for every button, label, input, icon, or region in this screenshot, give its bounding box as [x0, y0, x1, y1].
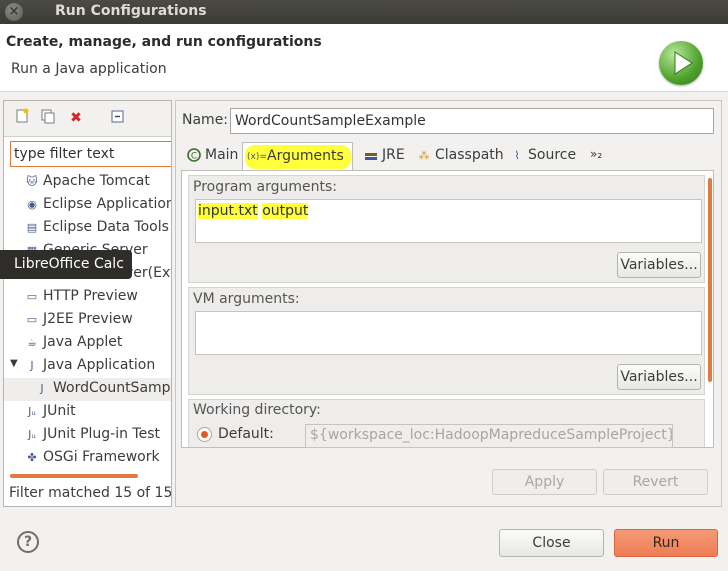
- more-tabs-label: »₂: [590, 147, 603, 161]
- tab-jre-label: JRE: [382, 147, 405, 163]
- tree-item[interactable]: ☕ Java Applet: [4, 332, 171, 355]
- tree-item[interactable]: ✤ OSGi Framework: [4, 447, 171, 470]
- tree-item[interactable]: ▼ J Java Application: [4, 355, 171, 378]
- tree-item-label: HTTP Preview: [43, 288, 138, 304]
- program-argument-token: output: [262, 203, 309, 219]
- collapse-all-icon[interactable]: [108, 108, 128, 128]
- program-arguments-label: Program arguments:: [193, 179, 337, 195]
- tab-source[interactable]: ⌇ Source: [504, 142, 582, 170]
- classpath-tab-icon: ⁂: [418, 149, 430, 162]
- tree-item[interactable]: ▭ HTTP Preview: [4, 286, 171, 309]
- tab-arguments[interactable]: (x)= Arguments: [242, 142, 353, 170]
- junit-plugin-icon: Jᵤ: [28, 428, 36, 441]
- tab-classpath-label: Classpath: [435, 147, 504, 163]
- title-bar: × Run Configurations: [0, 0, 728, 24]
- tab-jre[interactable]: JRE: [358, 142, 411, 170]
- close-button[interactable]: Close: [499, 529, 604, 557]
- new-config-icon[interactable]: [12, 108, 32, 128]
- tree-item[interactable]: Jᵤ JUnit Plug-in Test: [4, 424, 171, 447]
- tree-item[interactable]: ▤ Eclipse Data Tools: [4, 217, 171, 240]
- default-radio[interactable]: [197, 427, 212, 442]
- tree-horizontal-scrollbar[interactable]: [10, 474, 138, 478]
- header-subtitle: Run a Java application: [11, 61, 167, 77]
- tree-item-label: Eclipse Data Tools: [43, 219, 169, 235]
- java-app-icon: J: [40, 382, 44, 395]
- run-button[interactable]: Run: [614, 529, 718, 557]
- vm-arguments-label: VM arguments:: [193, 291, 300, 307]
- tree-item[interactable]: ◉ Eclipse Application: [4, 194, 171, 217]
- database-icon: ▤: [26, 221, 38, 234]
- http-preview-icon: ▭: [26, 290, 38, 303]
- vm-variables-button[interactable]: Variables...: [617, 364, 701, 390]
- source-tab-icon: ⌇: [514, 149, 520, 162]
- junit-icon: Jᵤ: [28, 405, 36, 418]
- tree-item[interactable]: J WordCountSampl: [4, 378, 171, 401]
- working-directory-field[interactable]: ${workspace_loc:HadoopMapreduceSamplePro…: [305, 424, 673, 448]
- apply-button[interactable]: Apply: [492, 469, 597, 495]
- arguments-tab-icon: (x)=: [247, 152, 267, 162]
- tab-arguments-label: Arguments: [267, 148, 344, 164]
- vm-arguments-input[interactable]: [195, 311, 702, 355]
- tree-item[interactable]: ▭ J2EE Preview: [4, 309, 171, 332]
- filter-status: Filter matched 15 of 15 i: [9, 485, 172, 501]
- tree-item[interactable]: Jᵤ JUnit: [4, 401, 171, 424]
- name-field[interactable]: [230, 108, 714, 134]
- tab-main-label: Main: [205, 147, 239, 163]
- arguments-tab-body: Program arguments: input.txt output Vari…: [181, 170, 714, 448]
- program-arguments-group: Program arguments: input.txt output Vari…: [188, 175, 705, 283]
- tomcat-icon: 🐱: [26, 175, 38, 188]
- duplicate-icon[interactable]: [38, 108, 58, 128]
- tab-classpath[interactable]: ⁂ Classpath: [411, 142, 506, 170]
- configurations-toolbar: ✖: [4, 101, 171, 137]
- main-tab-icon: C: [186, 148, 202, 164]
- tab-body-vertical-scrollbar[interactable]: [708, 178, 712, 382]
- tab-source-label: Source: [528, 147, 577, 163]
- revert-button[interactable]: Revert: [603, 469, 708, 495]
- name-label: Name:: [182, 112, 229, 128]
- tree-item-label: OSGi Framework: [43, 449, 160, 465]
- default-label: Default:: [218, 426, 274, 442]
- run-icon: [659, 41, 703, 85]
- tree-item-label: WordCountSampl: [53, 380, 172, 396]
- tree-item-label: Java Application: [43, 357, 156, 373]
- j2ee-preview-icon: ▭: [26, 313, 38, 326]
- header-title: Create, manage, and run configurations: [6, 34, 322, 50]
- dialog-header: Create, manage, and run configurations R…: [0, 24, 728, 92]
- osgi-icon: ✤: [27, 451, 37, 464]
- delete-icon[interactable]: ✖: [66, 108, 86, 128]
- svg-text:C: C: [191, 152, 197, 162]
- tree-item-label: JUnit: [43, 403, 76, 419]
- configurations-panel: ✖ 🐱 Apache Tomcat ◉ Eclipse Application ▤ Ecl…: [3, 100, 172, 507]
- tree-item-label: Apache Tomcat: [43, 173, 150, 189]
- program-argument-token: input.txt: [198, 203, 258, 219]
- jre-tab-icon: [363, 148, 379, 164]
- vm-arguments-group: VM arguments: Variables...: [188, 287, 705, 395]
- applet-icon: ☕: [27, 336, 37, 349]
- window-close-button[interactable]: ×: [5, 3, 23, 21]
- window-title: Run Configurations: [55, 3, 207, 19]
- tooltip: LibreOffice Calc: [0, 250, 132, 279]
- tree-item[interactable]: 🐱 Apache Tomcat: [4, 171, 171, 194]
- working-directory-label: Working directory:: [193, 402, 321, 418]
- help-icon[interactable]: ?: [17, 531, 39, 553]
- tree-item-label: J2EE Preview: [43, 311, 133, 327]
- eclipse-icon: ◉: [27, 198, 37, 211]
- java-app-icon: J: [30, 359, 34, 372]
- tree-item-label: JUnit Plug-in Test: [43, 426, 161, 442]
- tab-main[interactable]: C Main: [181, 142, 242, 170]
- tree-item-label: Eclipse Application: [43, 196, 172, 212]
- program-variables-button[interactable]: Variables...: [617, 252, 701, 278]
- more-tabs-button[interactable]: »₂: [588, 142, 610, 170]
- filter-input[interactable]: [10, 141, 171, 167]
- program-arguments-input[interactable]: input.txt output: [195, 199, 702, 243]
- tree-item-label: Java Applet: [43, 334, 123, 350]
